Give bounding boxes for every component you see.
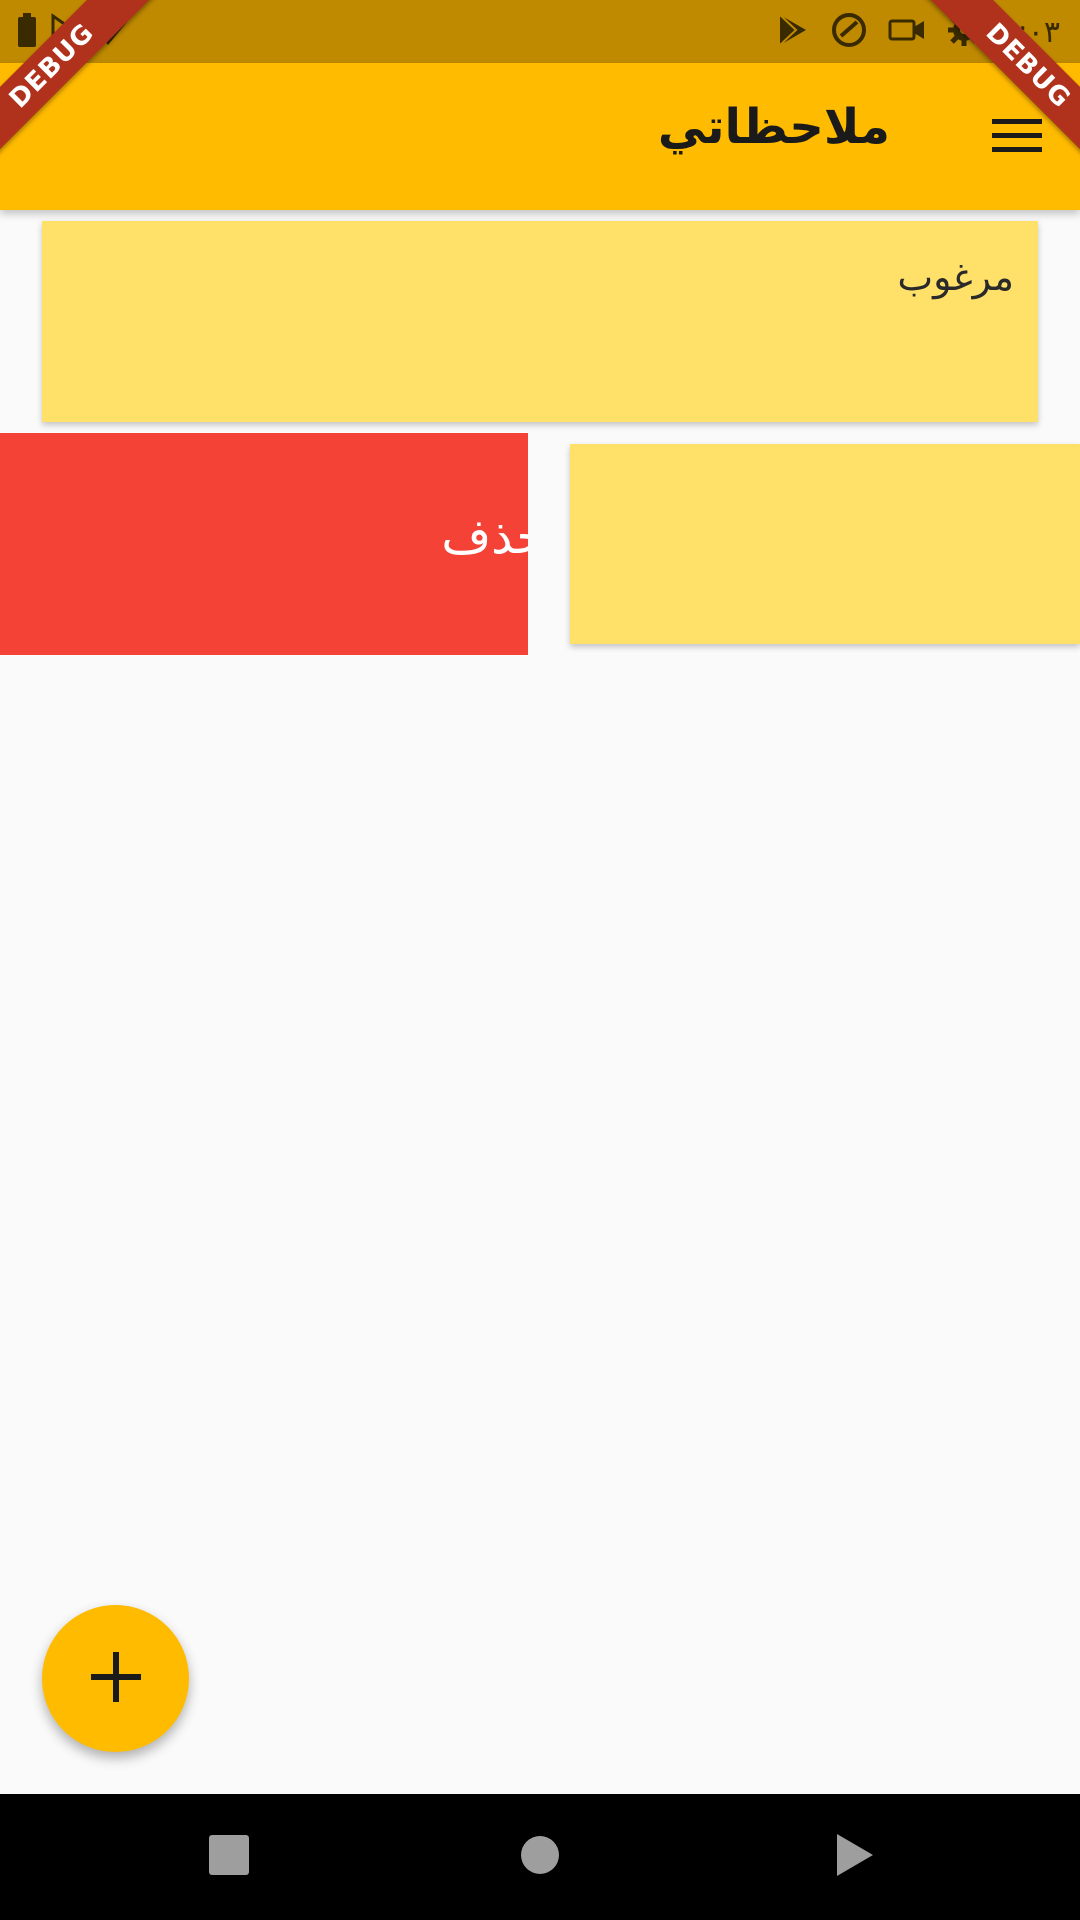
signal-icon: [50, 13, 76, 51]
note-card[interactable]: مرغوب: [42, 221, 1038, 422]
menu-button[interactable]: [984, 105, 1050, 171]
menu-icon: [992, 118, 1042, 158]
circle-icon: [520, 1835, 560, 1879]
status-time: ٧:٠٣: [1001, 14, 1060, 50]
plus-icon: [90, 1651, 141, 1706]
delete-label: حذف: [441, 509, 528, 565]
sync-icon: [830, 11, 868, 53]
recents-button[interactable]: [206, 1834, 252, 1880]
video-icon: [888, 15, 926, 49]
play-store-icon: [776, 13, 810, 51]
page-title: ملاحظاتي: [657, 99, 890, 155]
back-button[interactable]: [832, 1834, 878, 1880]
swipe-delete-background: حذف: [0, 433, 528, 655]
battery-icon: [16, 13, 38, 51]
note-text: مرغوب: [897, 255, 1014, 299]
add-note-button[interactable]: [42, 1605, 189, 1752]
app-bar: ملاحظاتي: [0, 63, 1080, 210]
home-button[interactable]: [517, 1834, 563, 1880]
note-card-swiping[interactable]: [570, 444, 1080, 644]
triangle-icon: [835, 1832, 875, 1882]
status-bar: ٧:٠٣: [0, 0, 1080, 63]
wifi-icon: [88, 13, 128, 51]
square-icon: [209, 1835, 249, 1879]
settings-icon: [946, 12, 982, 52]
navigation-bar: [0, 1794, 1080, 1920]
